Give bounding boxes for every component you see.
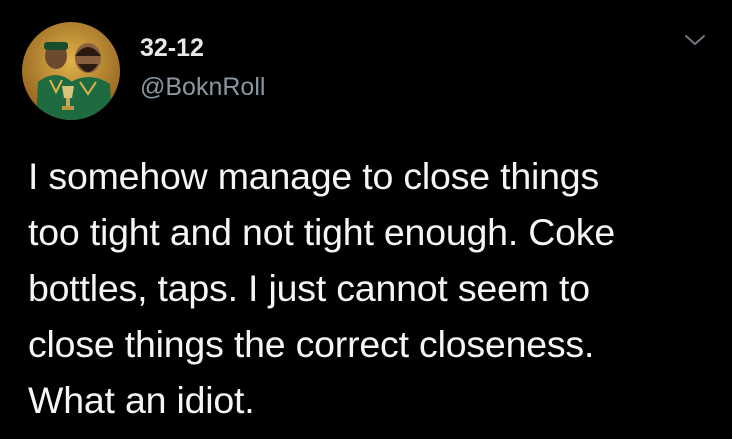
tweet-card: 32-12 @BoknRoll I somehow manage to clos…	[0, 0, 732, 439]
avatar[interactable]	[22, 22, 120, 120]
user-handle[interactable]: @BoknRoll	[140, 73, 265, 102]
display-name[interactable]: 32-12	[140, 34, 204, 63]
chevron-down-icon[interactable]	[680, 30, 710, 50]
profile-photo-icon	[22, 22, 120, 120]
tweet-text: I somehow manage to close things too tig…	[28, 155, 615, 421]
